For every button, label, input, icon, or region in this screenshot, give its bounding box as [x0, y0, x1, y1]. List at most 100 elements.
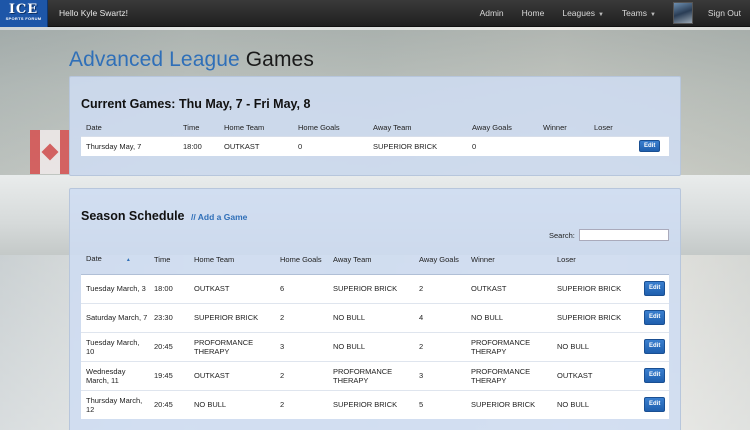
page-title: Advanced League Games [69, 48, 314, 72]
caret-down-icon: ▼ [597, 12, 604, 18]
sort-ascending-icon: ▲ [125, 257, 131, 264]
current-games-table: Date Time Home Team Home Goals Away Team… [81, 120, 669, 156]
cell-winner: NO BULL [466, 302, 552, 332]
nav-admin[interactable]: Admin [471, 8, 513, 18]
edit-button[interactable]: Edit [644, 397, 666, 413]
cell-away-goals: 2 [414, 274, 466, 303]
cell-home-goals: 3 [275, 331, 328, 361]
cell-date: Thursday March, 12 [81, 389, 149, 419]
table-header-row: Date Time Home Team Home Goals Away Team… [81, 120, 669, 136]
edit-button[interactable]: Edit [644, 281, 666, 296]
cell-actions: Edit [639, 331, 669, 361]
edit-button[interactable]: Edit [644, 368, 666, 383]
nav-leagues-dropdown[interactable]: Leagues ▼ [553, 8, 613, 18]
cell-winner: PROFORMANCE THERAPY [466, 331, 552, 361]
cell-actions: Edit [634, 135, 669, 156]
cell-time: 18:00 [178, 135, 219, 156]
cell-time: 19:45 [149, 360, 189, 390]
cell-away-goals: 0 [467, 135, 538, 156]
cell-home-team: SUPERIOR BRICK [189, 302, 275, 332]
logo-text: ICE [8, 2, 39, 17]
nav-sign-out[interactable]: Sign Out [699, 8, 750, 18]
cell-winner: PROFORMANCE THERAPY [466, 360, 552, 390]
column-header-away-team[interactable]: Away Team [328, 246, 414, 275]
page-title-games: Games [245, 48, 314, 71]
cell-winner: OUTKAST [466, 274, 552, 303]
cell-date: Tuesday March, 3 [81, 274, 149, 303]
cell-time: 18:00 [149, 274, 189, 303]
cell-away-team: NO BULL [328, 331, 414, 361]
current-games-panel: Current Games: Thu May, 7 - Fri May, 8 D… [69, 76, 681, 176]
logo-subtext: SPORTS FORUM [5, 16, 42, 21]
table-row: Saturday March, 7 23:30 SUPERIOR BRICK 2… [81, 302, 669, 332]
table-row: Thursday March, 12 20:45 NO BULL 2 SUPER… [81, 389, 669, 419]
table-row: Tuesday March, 10 20:45 PROFORMANCE THER… [81, 331, 669, 361]
cell-away-team: PROFORMANCE THERAPY [328, 360, 414, 390]
cell-date: Wednesday March, 11 [81, 360, 149, 390]
column-header-winner[interactable]: Winner [466, 246, 552, 275]
cell-away-team: SUPERIOR BRICK [368, 135, 467, 156]
cell-home-goals: 2 [275, 302, 328, 332]
edit-button[interactable]: Edit [639, 140, 661, 153]
cell-loser: OUTKAST [552, 360, 639, 390]
season-schedule-panel: Season Schedule // Add a Game Search: Da… [69, 188, 681, 430]
cell-home-team: PROFORMANCE THERAPY [189, 331, 275, 361]
season-schedule-title: Season Schedule [81, 209, 185, 223]
column-header-label: Date [86, 254, 102, 264]
season-schedule-heading: Season Schedule // Add a Game [81, 209, 247, 223]
table-row: Thursday May, 7 18:00 OUTKAST 0 SUPERIOR… [81, 135, 669, 156]
cell-actions: Edit [639, 274, 669, 303]
column-header: Away Goals [472, 123, 512, 133]
cell-winner [538, 135, 589, 156]
nav-teams-dropdown[interactable]: Teams ▼ [613, 8, 665, 18]
column-header-home-goals[interactable]: Home Goals [275, 246, 328, 275]
cell-home-goals: 2 [275, 389, 328, 419]
cell-away-goals: 4 [414, 302, 466, 332]
cell-loser: NO BULL [552, 389, 639, 419]
edit-button[interactable]: Edit [644, 339, 666, 354]
cell-away-goals: 3 [414, 360, 466, 390]
cell-home-goals: 0 [293, 135, 368, 156]
cell-away-goals: 2 [414, 331, 466, 361]
table-row: Tuesday March, 3 18:00 OUTKAST 6 SUPERIO… [81, 274, 669, 303]
cell-away-team: SUPERIOR BRICK [328, 389, 414, 419]
cell-date: Saturday March, 7 [81, 302, 149, 332]
user-greeting: Hello Kyle Swartz! [59, 8, 128, 18]
cell-date: Thursday May, 7 [81, 135, 178, 156]
column-header: Home Goals [298, 123, 340, 133]
column-header-time[interactable]: Time [149, 246, 189, 275]
cell-actions: Edit [639, 302, 669, 332]
nav-home[interactable]: Home [513, 8, 554, 18]
cell-loser: SUPERIOR BRICK [552, 274, 639, 303]
cell-loser: NO BULL [552, 331, 639, 361]
table-row: Wednesday March, 11 19:45 OUTKAST 2 PROF… [81, 360, 669, 390]
column-header-home-team[interactable]: Home Team [189, 246, 275, 275]
caret-down-icon: ▼ [649, 12, 656, 18]
cell-away-team: SUPERIOR BRICK [328, 274, 414, 303]
cell-time: 20:45 [149, 331, 189, 361]
add-game-link[interactable]: // Add a Game [191, 212, 247, 222]
column-header: Time [183, 123, 200, 133]
ice-sports-forum-logo[interactable]: ICE SPORTS FORUM [0, 0, 48, 27]
column-header-loser[interactable]: Loser [552, 246, 639, 275]
edit-button[interactable]: Edit [644, 310, 666, 325]
cell-actions: Edit [639, 389, 669, 419]
column-header-away-goals[interactable]: Away Goals [414, 246, 466, 275]
page-title-league: Advanced League [69, 48, 240, 71]
column-header-actions [639, 246, 669, 275]
cell-home-goals: 6 [275, 274, 328, 303]
column-header [634, 120, 669, 136]
season-schedule-table: Date ▲ Time Home Team Home Goals Away Tea… [81, 246, 669, 419]
cell-time: 20:45 [149, 389, 189, 419]
cell-loser [589, 135, 634, 156]
user-avatar[interactable] [672, 2, 693, 24]
column-header: Home Team [224, 123, 265, 133]
column-header: Loser [594, 123, 613, 133]
column-header-date[interactable]: Date ▲ [81, 246, 149, 275]
canada-flag [30, 130, 70, 174]
cell-home-goals: 2 [275, 360, 328, 390]
search-input[interactable] [579, 229, 669, 241]
search-label: Search: [549, 231, 575, 240]
cell-home-team: OUTKAST [189, 274, 275, 303]
column-header: Away Team [373, 123, 412, 133]
